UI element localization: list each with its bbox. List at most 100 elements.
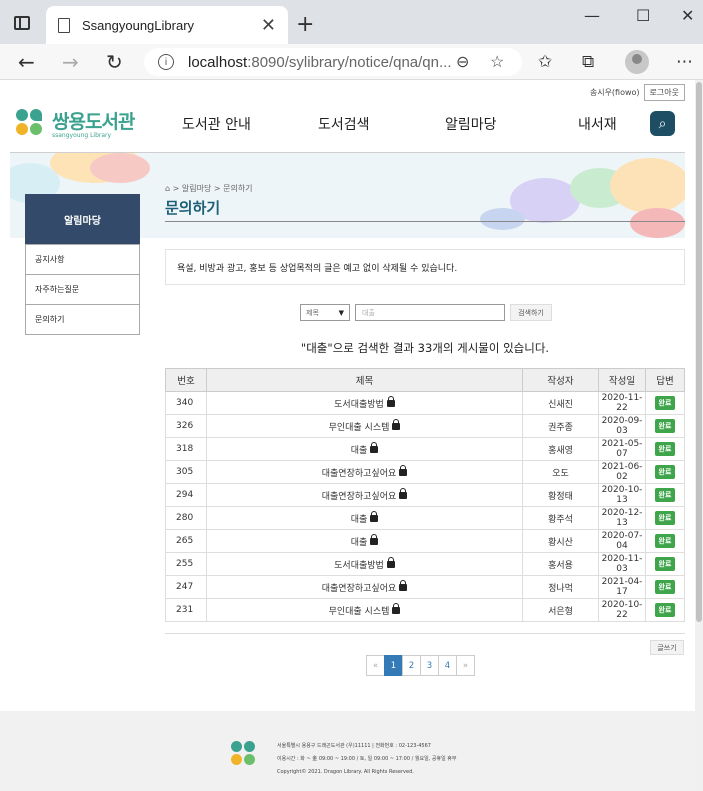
title-divider	[165, 221, 685, 222]
row-title[interactable]: 대출	[206, 529, 523, 553]
search-button[interactable]: 검색하기	[510, 304, 552, 321]
nav-library-info[interactable]: 도서관 안내	[182, 114, 251, 134]
url-host: localhost	[188, 53, 248, 71]
row-title[interactable]: 도서대출방법	[206, 552, 523, 576]
table-row[interactable]: 326 무인대출 시스템 권주종 2020-09-03 완료	[165, 414, 685, 438]
zoom-icon[interactable]: ⊖	[456, 52, 469, 72]
table-row[interactable]: 255 도서대출방법 홍서용 2020-11-03 완료	[165, 552, 685, 576]
row-answer: 완료	[645, 529, 685, 553]
row-title[interactable]: 대출	[206, 506, 523, 530]
search-icon[interactable]: ⌕	[650, 111, 675, 136]
sidebar-title: 알림마당	[25, 194, 140, 244]
scrollbar[interactable]	[695, 80, 703, 791]
write-button[interactable]: 글쓰기	[650, 640, 684, 655]
profile-avatar[interactable]	[625, 50, 649, 74]
page-4-button[interactable]: 4	[438, 655, 457, 676]
row-answer: 완료	[645, 506, 685, 530]
table-row[interactable]: 294 대출연장하고싶어요 황정태 2020-10-13 완료	[165, 483, 685, 507]
row-title[interactable]: 대출연장하고싶어요	[206, 483, 523, 507]
row-title-text[interactable]: 대출	[351, 538, 368, 548]
row-title[interactable]: 무인대출 시스템	[206, 598, 523, 622]
row-answer: 완료	[645, 598, 685, 622]
table-row[interactable]: 318 대출 홍새영 2021-05-07 완료	[165, 437, 685, 461]
row-date: 2020-07-04	[598, 529, 646, 553]
row-writer: 서은형	[522, 598, 599, 622]
row-writer: 권주종	[522, 414, 599, 438]
row-date: 2020-11-22	[598, 391, 646, 415]
more-icon[interactable]: ⋯	[676, 52, 693, 72]
close-window-icon[interactable]: ✕	[681, 6, 694, 25]
row-title[interactable]: 대출연장하고싶어요	[206, 460, 523, 484]
page-2-button[interactable]: 2	[402, 655, 421, 676]
row-number: 280	[165, 506, 207, 530]
row-answer: 완료	[645, 552, 685, 576]
footer-info: 서울특별시 용용구 드래곤도서관 (우)11111 | 전화번호 : 02-12…	[277, 740, 456, 779]
page: 송시우(fiowo) 로그아웃 쌍용도서관 ssangyoung Library…	[0, 80, 703, 791]
nav-my-library[interactable]: 내서재	[578, 114, 617, 134]
row-title-text[interactable]: 대출연장하고싶어요	[322, 469, 397, 479]
row-number: 247	[165, 575, 207, 599]
logo-mark	[16, 109, 44, 137]
page-3-button[interactable]: 3	[420, 655, 439, 676]
logout-button[interactable]: 로그아웃	[643, 84, 685, 101]
prev-page-button[interactable]: «	[366, 655, 385, 676]
sidebar-item-notice[interactable]: 공지사항	[26, 244, 139, 274]
row-title-text[interactable]: 대출	[351, 446, 368, 456]
table-row[interactable]: 280 대출 황주석 2020-12-13 완료	[165, 506, 685, 530]
info-icon[interactable]: i	[158, 54, 174, 70]
status-badge: 완료	[654, 603, 676, 617]
favorite-add-icon[interactable]: ☆	[490, 52, 504, 72]
home-icon[interactable]: ⌂	[165, 184, 170, 193]
row-title[interactable]: 대출	[206, 437, 523, 461]
table-row[interactable]: 305 대출연장하고싶어요 오도 2021-06-02 완료	[165, 460, 685, 484]
row-title[interactable]: 도서대출방법	[206, 391, 523, 415]
user-name: 송시우(fiowo)	[589, 88, 640, 97]
row-title-text[interactable]: 대출	[351, 515, 368, 525]
sidebar-item-qna[interactable]: 문의하기	[26, 304, 139, 334]
table-row[interactable]: 247 대출연장하고싶어요 정나먹 2021-04-17 완료	[165, 575, 685, 599]
nav-book-search[interactable]: 도서검색	[318, 114, 370, 134]
scrollbar-thumb[interactable]	[696, 82, 702, 622]
close-tab-icon[interactable]: ✕	[261, 15, 276, 36]
favorites-icon[interactable]: ✩	[538, 52, 552, 72]
forward-icon[interactable]: →	[62, 50, 79, 74]
row-title-text[interactable]: 무인대출 시스템	[329, 607, 390, 617]
search-field-select[interactable]: 제목 ▼	[300, 304, 350, 321]
lock-icon	[392, 418, 401, 430]
page-1-button[interactable]: 1	[384, 655, 403, 676]
row-writer: 황정태	[522, 483, 599, 507]
row-title-text[interactable]: 무인대출 시스템	[329, 423, 390, 433]
row-writer: 홍서용	[522, 552, 599, 576]
site-logo[interactable]: 쌍용도서관 ssangyoung Library	[16, 107, 135, 139]
table-row[interactable]: 340 도서대출방법 신새진 2020-11-22 완료	[165, 391, 685, 415]
row-writer: 황주석	[522, 506, 599, 530]
maximize-icon[interactable]: ☐	[636, 6, 650, 25]
address-bar[interactable]: i localhost:8090/sylibrary/notice/qna/qn…	[144, 48, 522, 76]
row-writer: 정나먹	[522, 575, 599, 599]
search-input[interactable]: 대출	[355, 304, 505, 321]
footer-logo	[231, 741, 257, 767]
row-title-text[interactable]: 대출연장하고싶어요	[322, 492, 397, 502]
row-title[interactable]: 대출연장하고싶어요	[206, 575, 523, 599]
sidebar-item-faq[interactable]: 자주하는질문	[26, 274, 139, 304]
row-title-text[interactable]: 대출연장하고싶어요	[322, 584, 397, 594]
browser-tab[interactable]: SsangyoungLibrary ✕	[46, 6, 288, 44]
breadcrumb: ⌂ > 알림마당 > 문의하기	[165, 184, 253, 193]
row-title[interactable]: 무인대출 시스템	[206, 414, 523, 438]
row-title-text[interactable]: 도서대출방법	[334, 561, 384, 571]
table-row[interactable]: 231 무인대출 시스템 서은형 2020-10-22 완료	[165, 598, 685, 622]
lock-icon	[370, 533, 379, 545]
nav-notice[interactable]: 알림마당	[445, 114, 497, 134]
table-row[interactable]: 265 대출 황시산 2020-07-04 완료	[165, 529, 685, 553]
collections-icon[interactable]: ⧉	[582, 52, 594, 72]
next-page-button[interactable]: »	[456, 655, 475, 676]
back-icon[interactable]: ←	[18, 50, 35, 74]
row-title-text[interactable]: 도서대출방법	[334, 400, 384, 410]
tab-title: SsangyoungLibrary	[82, 17, 195, 33]
row-number: 305	[165, 460, 207, 484]
new-tab-icon[interactable]: +	[296, 12, 314, 37]
refresh-icon[interactable]: ↻	[106, 50, 123, 74]
lock-icon	[386, 395, 395, 407]
minimize-icon[interactable]: —	[584, 6, 600, 25]
tab-actions-icon[interactable]	[14, 16, 30, 30]
